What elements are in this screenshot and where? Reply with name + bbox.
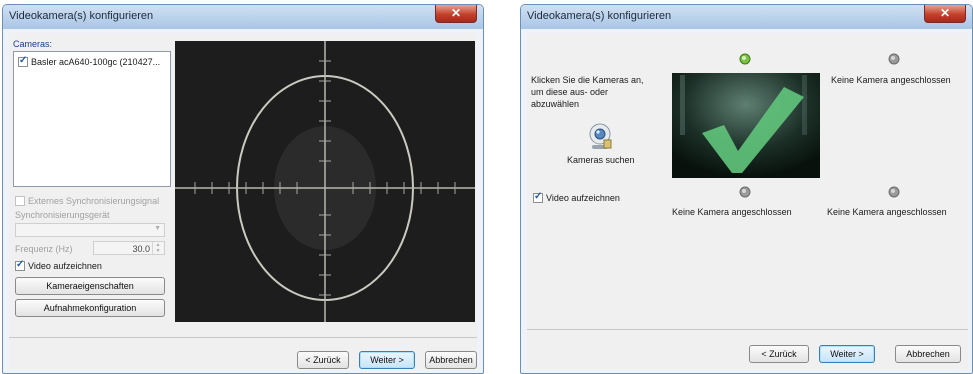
instructions-line-1: Klicken Sie die Kameras an, (531, 75, 644, 85)
cancel-button[interactable]: Abbrechen (425, 351, 477, 369)
record-video-checkbox[interactable]: ✓ (15, 259, 25, 271)
frequency-value: 30.0 (132, 244, 150, 254)
title-bar: Videokamera(s) konfigurieren ✕ (3, 5, 483, 29)
back-button[interactable]: < Zurück (749, 345, 809, 363)
title-bar: Videokamera(s) konfigurieren ✕ (521, 5, 972, 29)
external-sync-label: Externes Synchronisierungsignal (28, 196, 160, 206)
camera-config-window-right: Videokamera(s) konfigurieren ✕ Klicken S… (520, 4, 973, 374)
external-sync-checkbox[interactable] (15, 196, 25, 206)
calibration-target-image (175, 41, 475, 322)
sync-device-select[interactable]: ▼ (15, 223, 165, 237)
frequency-label: Frequenz (Hz) (15, 244, 73, 254)
camera-slot-1-preview[interactable] (672, 73, 820, 178)
camera-selected-checkmark-image (672, 73, 820, 178)
record-video-label: Video aufzeichnen (546, 193, 620, 203)
back-button[interactable]: < Zurück (297, 351, 349, 369)
instructions-line-3: abzuwählen (531, 99, 580, 109)
search-cameras-button[interactable]: Kameras suchen (557, 121, 647, 171)
camera-slot-2-label[interactable]: Keine Kamera angeschlossen (831, 75, 951, 85)
close-button[interactable]: ✕ (435, 5, 477, 23)
search-cameras-label: Kameras suchen (567, 155, 635, 165)
frequency-stepper[interactable]: 30.0 ▲ ▼ (93, 241, 165, 255)
camera-disconnected-icon (739, 186, 751, 198)
next-button[interactable]: Weiter > (819, 345, 875, 363)
sync-device-label: Synchronisierungsgerät (15, 210, 110, 220)
camera-slot-4-label[interactable]: Keine Kamera angeschlossen (827, 207, 947, 217)
camera-item-label[interactable]: Basler acA640-100gc (210427... (31, 57, 160, 67)
footer-separator (527, 329, 968, 330)
camera-disconnected-icon (888, 53, 900, 65)
dialog-client: Klicken Sie die Kameras an, um diese aus… (527, 33, 968, 369)
instructions-line-2: um diese aus- oder (531, 87, 609, 97)
camera-disconnected-icon (888, 186, 900, 198)
recording-config-button[interactable]: Aufnahmekonfiguration (15, 299, 165, 317)
camera-list[interactable]: ✓ Basler acA640-100gc (210427... (13, 51, 171, 187)
camera-config-window-left: Videokamera(s) konfigurieren ✕ Cameras: … (2, 4, 484, 374)
next-button[interactable]: Weiter > (359, 351, 415, 369)
camera-slot-3-label[interactable]: Keine Kamera angeschlossen (672, 207, 792, 217)
record-video-label: Video aufzeichnen (28, 261, 102, 271)
chevron-down-icon: ▼ (154, 225, 161, 232)
camera-connected-icon (739, 53, 751, 65)
window-title: Videokamera(s) konfigurieren (9, 10, 154, 22)
record-video-checkbox[interactable]: ✓ (533, 191, 543, 203)
camera-properties-button[interactable]: Kameraeigenschaften (15, 277, 165, 295)
dialog-client: Cameras: ✓ Basler acA640-100gc (210427..… (9, 33, 477, 369)
stepper-arrows-icon[interactable]: ▲ ▼ (152, 242, 163, 254)
window-title: Videokamera(s) konfigurieren (527, 10, 672, 22)
camera-checkbox[interactable]: ✓ (18, 55, 28, 67)
close-button[interactable]: ✕ (924, 5, 966, 23)
cancel-button[interactable]: Abbrechen (895, 345, 961, 363)
footer-separator (9, 337, 477, 338)
cameras-label: Cameras: (13, 39, 53, 49)
camera-preview (175, 41, 475, 322)
webcam-icon (589, 123, 612, 149)
